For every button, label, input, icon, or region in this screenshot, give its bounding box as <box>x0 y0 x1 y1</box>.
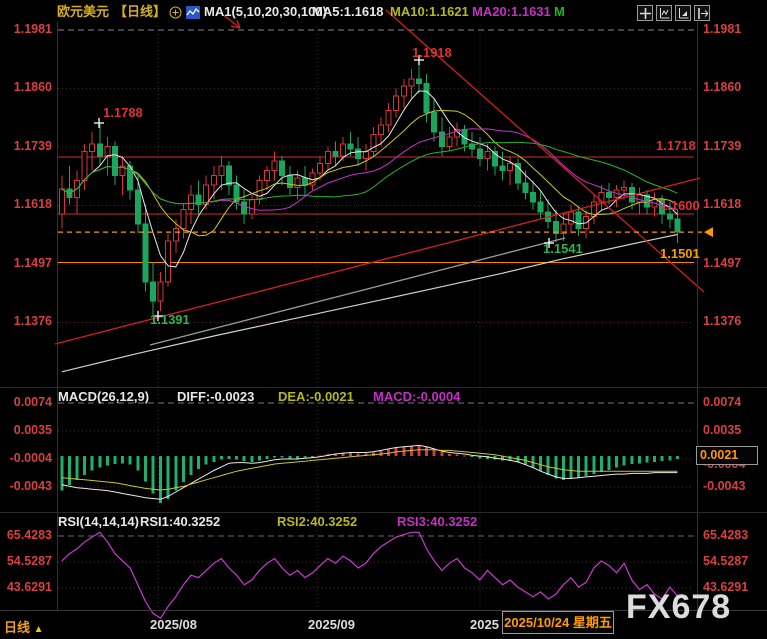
circle-plus-icon[interactable] <box>169 6 182 19</box>
resistance-level-label: 1.1718 <box>656 139 696 153</box>
price-tick: 1.1860 <box>703 80 741 95</box>
rsi2-value: RSI2:40.3252 <box>277 514 357 529</box>
indicator-tool-button[interactable] <box>675 5 691 21</box>
price-tick: 1.1981 <box>703 22 741 37</box>
macd-tick: 0.0035 <box>703 423 741 438</box>
price-tick: 1.1618 <box>703 197 741 212</box>
xaxis-tick: 2025 <box>470 617 499 632</box>
price-tick: 1.1739 <box>703 139 741 154</box>
rsi-line <box>62 532 678 618</box>
price-tick: 1.1497 <box>703 256 741 271</box>
triangle-up-icon: ▲ <box>34 624 44 635</box>
macd-diff-value: DIFF:-0.0023 <box>177 389 254 404</box>
rsi3-value: RSI3:40.3252 <box>397 514 477 529</box>
macd-rsi-separator <box>0 512 767 513</box>
ma5-value: MA5:1.1618 <box>312 4 384 20</box>
macd-tick: -0.0043 <box>703 479 745 494</box>
current-date-box: 2025/10/24 星期五 <box>502 611 614 634</box>
xaxis-tick: 2025/09 <box>308 617 355 632</box>
support-level-label: 1.1501 <box>660 247 700 261</box>
price-tick: 1.1860 <box>0 80 52 95</box>
low-annotation: 1.1541 <box>543 242 583 256</box>
last-price-marker <box>704 227 713 237</box>
rsi-title: RSI(14,14,14) <box>58 514 139 529</box>
macd-tick: 0.0074 <box>703 395 741 410</box>
high-annotation: 1.1788 <box>103 106 143 120</box>
macd-histogram <box>60 445 679 502</box>
price-tick: 1.1376 <box>703 314 741 329</box>
period-label: 【日线】 <box>114 4 166 20</box>
ma30-value-truncated: M <box>554 4 565 20</box>
macd-tick: 0.0074 <box>0 395 52 410</box>
macd-title: MACD(26,12,9) <box>58 389 149 404</box>
chart-type-icon[interactable] <box>186 6 200 19</box>
moving-average-lines <box>62 91 678 372</box>
price-tick: 1.1981 <box>0 22 52 37</box>
price-tick: 1.1497 <box>0 256 52 271</box>
rsi-tick: 54.5287 <box>703 554 748 569</box>
macd-current-value-box: 0.0021 <box>696 446 758 465</box>
macd-tick: -0.0043 <box>0 479 52 494</box>
period-selector[interactable]: 日线 ▲ <box>4 617 44 636</box>
main-macd-separator <box>0 387 767 388</box>
symbol-name: 欧元美元 <box>57 4 109 20</box>
rsi-tick: 43.6291 <box>0 580 52 595</box>
exit-fullscreen-button[interactable] <box>694 5 710 21</box>
macd-value: MACD:-0.0004 <box>373 389 460 404</box>
rsi-tick: 54.5287 <box>0 554 52 569</box>
macd-dea-value: DEA:-0.0021 <box>278 389 354 404</box>
period-selector-label: 日线 <box>4 620 30 635</box>
watermark: FX678 <box>626 588 731 627</box>
ma10-value: MA10:1.1621 <box>390 4 469 20</box>
high-annotation: 1.1918 <box>412 46 452 60</box>
low-annotation: 1.1391 <box>150 313 190 327</box>
rsi1-value: RSI1:40.3252 <box>140 514 220 529</box>
price-tick: 1.1376 <box>0 314 52 329</box>
crosshair-tool-button[interactable] <box>637 5 653 21</box>
macd-tick: 0.0035 <box>0 423 52 438</box>
ma-settings-label: MA1(5,10,20,30,100) <box>204 4 327 20</box>
scale-tool-button[interactable] <box>656 5 672 21</box>
chart-app: 欧元美元 【日线】 MA1(5,10,20,30,100) MA5:1.1618… <box>0 0 767 639</box>
rsi-tick: 65.4283 <box>0 528 52 543</box>
xaxis-tick: 2025/08 <box>150 617 197 632</box>
right-axis-border <box>697 22 698 610</box>
macd-tick: -0.0004 <box>0 451 52 466</box>
support-level-label: 1.1600 <box>660 199 700 213</box>
chart-canvas[interactable] <box>0 0 767 639</box>
ma20-value: MA20:1.1631 <box>472 4 551 20</box>
price-level-lines <box>58 157 694 262</box>
price-tick: 1.1739 <box>0 139 52 154</box>
rsi-tick: 65.4283 <box>703 528 748 543</box>
price-tick: 1.1618 <box>0 197 52 212</box>
